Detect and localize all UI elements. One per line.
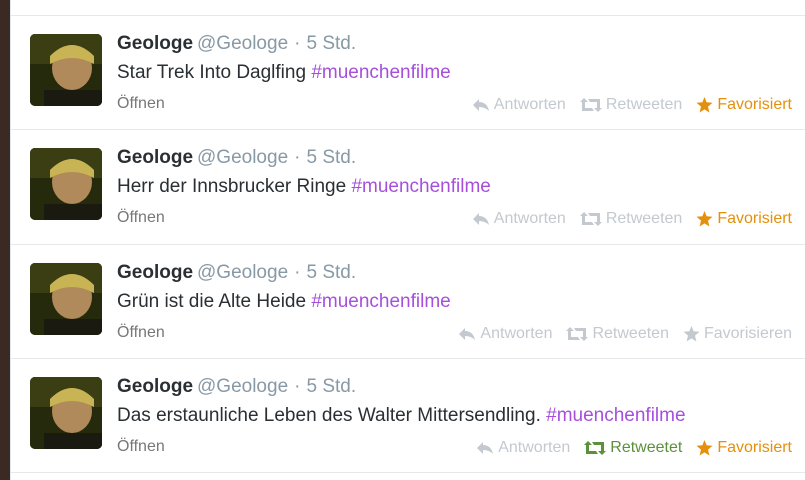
favorite-button[interactable]: Favorisiert bbox=[696, 439, 792, 457]
user-screen-name[interactable]: @Geologe bbox=[197, 262, 288, 283]
retweet-arrows-icon bbox=[579, 212, 602, 226]
retweet-arrows-icon bbox=[584, 441, 607, 455]
tweet: Geologe @Geologe · 5 Std. Grün ist die Alte… bbox=[11, 244, 805, 359]
tweet-text-body: Star Trek Into Daglfing bbox=[117, 62, 307, 83]
timeline-feed: Geologe @Geologe · 5 Std. Star Trek Into Da… bbox=[10, 0, 805, 480]
reply-button[interactable]: Antworten bbox=[472, 210, 566, 228]
user-fullname[interactable]: Geologe bbox=[117, 33, 193, 54]
star-icon bbox=[696, 211, 713, 227]
star-icon bbox=[696, 440, 713, 456]
avatar[interactable] bbox=[30, 34, 102, 106]
separator-dot: · bbox=[294, 33, 301, 54]
hashtag-link[interactable]: #muenchenfilme bbox=[351, 176, 490, 197]
favorite-button[interactable]: Favorisiert bbox=[696, 210, 792, 228]
star-icon bbox=[683, 326, 700, 342]
user-fullname[interactable]: Geologe bbox=[117, 147, 193, 168]
tweet-text: Star Trek Into Daglfing #muenchenfilme bbox=[117, 62, 451, 84]
reply-button[interactable]: Antworten bbox=[472, 96, 566, 114]
tweet: Geologe @Geologe · 5 Std. Star Trek Into Da… bbox=[11, 15, 805, 130]
star-icon bbox=[696, 97, 713, 113]
tweet-actions: Antworten Retweeten Favorisiert bbox=[458, 210, 792, 228]
tweet-header: Geologe @Geologe · 5 Std. bbox=[117, 147, 356, 169]
user-screen-name[interactable]: @Geologe bbox=[197, 147, 288, 168]
tweet: Geologe @Geologe · 5 Std. Herr der Innsbruc… bbox=[11, 129, 805, 244]
avatar[interactable] bbox=[30, 377, 102, 449]
tweet-text: Grün ist die Alte Heide #muenchenfilme bbox=[117, 291, 451, 313]
retweet-button[interactable]: Retweeten bbox=[579, 210, 683, 228]
user-screen-name[interactable]: @Geologe bbox=[197, 376, 288, 397]
separator-dot: · bbox=[294, 262, 301, 283]
retweet-arrows-icon bbox=[579, 98, 602, 112]
reply-arrow-icon bbox=[472, 213, 489, 225]
tweet-text: Herr der Innsbrucker Ringe #muenchenfilm… bbox=[117, 176, 491, 198]
tweet-timestamp[interactable]: 5 Std. bbox=[306, 147, 356, 168]
separator-dot: · bbox=[294, 147, 301, 168]
reply-arrow-icon bbox=[459, 328, 476, 340]
tweet-timestamp[interactable]: 5 Std. bbox=[306, 33, 356, 54]
open-tweet-link[interactable]: Öffnen bbox=[117, 95, 165, 113]
favorite-button[interactable]: Favorisieren bbox=[683, 325, 792, 343]
reply-arrow-icon bbox=[477, 442, 494, 454]
avatar[interactable] bbox=[30, 263, 102, 335]
tweet-timestamp[interactable]: 5 Std. bbox=[306, 262, 356, 283]
favorite-label: Favorisiert bbox=[717, 96, 792, 113]
favorite-label: Favorisieren bbox=[703, 325, 792, 342]
retweet-label: Retweeten bbox=[592, 325, 669, 342]
tweet-text-body: Grün ist die Alte Heide bbox=[117, 291, 307, 312]
user-screen-name[interactable]: @Geologe bbox=[197, 33, 288, 54]
reply-button[interactable]: Antworten bbox=[458, 325, 552, 343]
open-tweet-link[interactable]: Öffnen bbox=[117, 438, 165, 456]
hashtag-link[interactable]: #muenchenfilme bbox=[546, 405, 685, 426]
retweet-button[interactable]: Retweeten bbox=[579, 96, 683, 114]
tweet: Geologe @Geologe · 5 Std. Das erstaunliche … bbox=[11, 358, 805, 473]
tweet-header: Geologe @Geologe · 5 Std. bbox=[117, 376, 356, 398]
retweet-button[interactable]: Retweeten bbox=[566, 325, 669, 343]
retweet-arrows-icon bbox=[566, 327, 589, 341]
favorite-label: Favorisiert bbox=[717, 210, 792, 227]
avatar[interactable] bbox=[30, 148, 102, 220]
tweet-actions: Antworten Retweeten Favorisieren bbox=[444, 325, 792, 343]
reply-label: Antworten bbox=[480, 325, 553, 342]
open-tweet-link[interactable]: Öffnen bbox=[117, 324, 165, 342]
retweet-label: Retweetet bbox=[610, 439, 683, 456]
reply-button[interactable]: Antworten bbox=[476, 439, 570, 457]
favorite-button[interactable]: Favorisiert bbox=[696, 96, 792, 114]
retweet-label: Retweeten bbox=[605, 96, 683, 113]
tweet-timestamp[interactable]: 5 Std. bbox=[306, 376, 356, 397]
tweet-text: Das erstaunliche Leben des Walter Mitter… bbox=[117, 405, 686, 427]
divider bbox=[11, 472, 805, 473]
tweet-text-body: Das erstaunliche Leben des Walter Mitter… bbox=[117, 405, 541, 426]
open-tweet-link[interactable]: Öffnen bbox=[117, 209, 165, 227]
tweet-actions: Antworten Retweeten Favorisiert bbox=[458, 96, 792, 114]
user-fullname[interactable]: Geologe bbox=[117, 262, 193, 283]
reply-label: Antworten bbox=[498, 439, 571, 456]
reply-arrow-icon bbox=[472, 99, 489, 111]
tweet-actions: Antworten Retweetet Favorisiert bbox=[462, 439, 792, 457]
reply-label: Antworten bbox=[493, 96, 566, 113]
hashtag-link[interactable]: #muenchenfilme bbox=[311, 291, 450, 312]
retweet-button[interactable]: Retweetet bbox=[584, 439, 682, 457]
hashtag-link[interactable]: #muenchenfilme bbox=[311, 62, 450, 83]
tweet-header: Geologe @Geologe · 5 Std. bbox=[117, 262, 356, 284]
tweet-text-body: Herr der Innsbrucker Ringe bbox=[117, 176, 347, 197]
tweet-header: Geologe @Geologe · 5 Std. bbox=[117, 33, 356, 55]
user-fullname[interactable]: Geologe bbox=[117, 376, 193, 397]
reply-label: Antworten bbox=[493, 210, 566, 227]
retweet-label: Retweeten bbox=[605, 210, 683, 227]
separator-dot: · bbox=[294, 376, 301, 397]
favorite-label: Favorisiert bbox=[717, 439, 792, 456]
